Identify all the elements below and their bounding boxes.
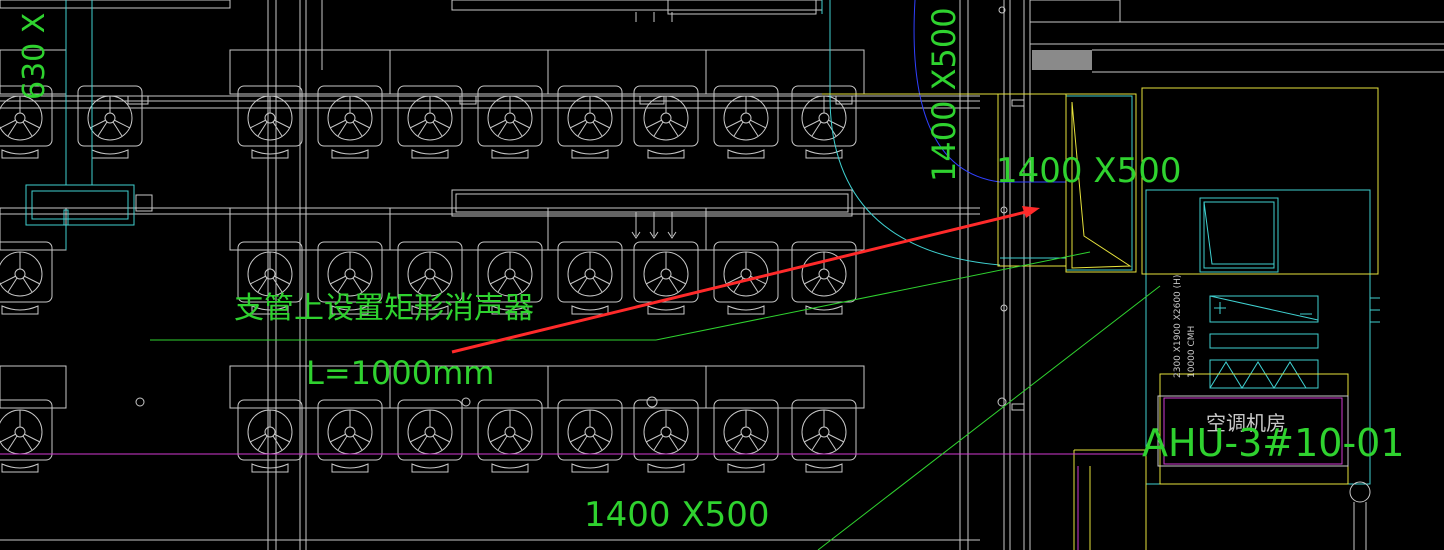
- dim-upper-right: 1400 X500: [996, 151, 1182, 191]
- equipment-spec-line1: 2300 X1900 X2600 (H): [1173, 275, 1183, 378]
- dim-top-left-vertical: 630 X: [17, 13, 52, 100]
- dim-bottom: 1400 X500: [584, 495, 770, 535]
- ahu-tag: AHU-3#10-01: [1142, 421, 1405, 465]
- dim-top-right-vertical: 1400 X500: [925, 7, 963, 182]
- note-silencer: 支管上设置矩形消声器: [234, 291, 534, 326]
- cad-drawing-canvas: 630 X 1400 X500 1400 X500 支管上设置矩形消声器 L=1…: [0, 0, 1444, 550]
- note-length: L=1000mm: [306, 354, 494, 392]
- structural-block: [1032, 50, 1092, 70]
- equipment-spec-line2: 10000 CMH: [1187, 326, 1197, 378]
